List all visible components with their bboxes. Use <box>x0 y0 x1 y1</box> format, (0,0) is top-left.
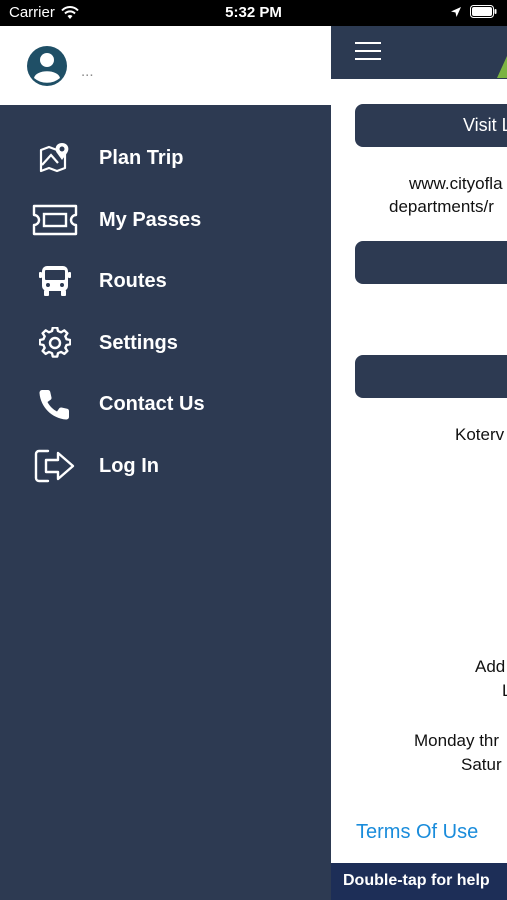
third-action-button[interactable] <box>355 355 507 398</box>
menu-label-log-in: Log In <box>99 454 159 477</box>
partial-text-3: L <box>502 681 507 700</box>
status-right <box>450 5 497 18</box>
user-name: ... <box>81 63 94 80</box>
location-arrow-icon <box>451 6 461 17</box>
avatar-icon[interactable] <box>26 45 68 87</box>
ticket-icon <box>30 200 80 240</box>
terms-of-use-link[interactable]: Terms Of Use <box>356 821 478 844</box>
status-bar: Carrier 5:32 PM <box>0 0 507 26</box>
side-drawer: ... Plan Trip My Passes Routes Settings … <box>0 26 331 900</box>
partial-text-5: Satur <box>461 755 502 774</box>
second-action-button[interactable]: C <box>355 241 507 284</box>
menu-label-settings: Settings <box>99 331 178 354</box>
menu-label-contact-us: Contact Us <box>99 392 205 415</box>
clock: 5:32 PM <box>225 4 282 21</box>
menu-label-routes: Routes <box>99 269 167 292</box>
menu-item-settings[interactable]: Settings <box>0 317 331 369</box>
menu-item-my-passes[interactable]: My Passes <box>0 194 331 246</box>
drawer-header: ... <box>0 26 331 105</box>
visit-website-button[interactable]: Visit L <box>355 104 507 147</box>
accessibility-hint-bar: Double-tap for help <box>331 863 507 900</box>
phone-icon <box>30 384 80 424</box>
bus-icon <box>30 261 80 301</box>
logo-icon <box>497 56 507 78</box>
login-icon <box>30 446 80 486</box>
map-pin-icon <box>30 138 80 178</box>
partial-text-1: Koterv <box>455 425 505 444</box>
gear-icon <box>30 323 80 363</box>
battery-icon <box>470 5 497 18</box>
menu-item-log-in[interactable]: Log In <box>0 440 331 492</box>
menu-item-contact-us[interactable]: Contact Us <box>0 378 331 430</box>
partial-text-2: Add <box>475 657 506 676</box>
hamburger-menu-icon[interactable] <box>355 42 381 62</box>
menu-label-plan-trip: Plan Trip <box>99 146 184 169</box>
menu-label-my-passes: My Passes <box>99 208 202 231</box>
menu-item-routes[interactable]: Routes <box>0 255 331 307</box>
visit-button-label: Visit L <box>463 115 507 135</box>
top-nav-bar <box>331 26 507 79</box>
website-url-line1[interactable]: www.cityofla <box>409 174 503 194</box>
main-content: Visit L www.cityofla departments/r C Kot… <box>331 26 507 900</box>
menu-item-plan-trip[interactable]: Plan Trip <box>0 132 331 184</box>
partial-text-4: Monday thr <box>414 731 500 750</box>
website-url-line2[interactable]: departments/r <box>389 197 494 217</box>
